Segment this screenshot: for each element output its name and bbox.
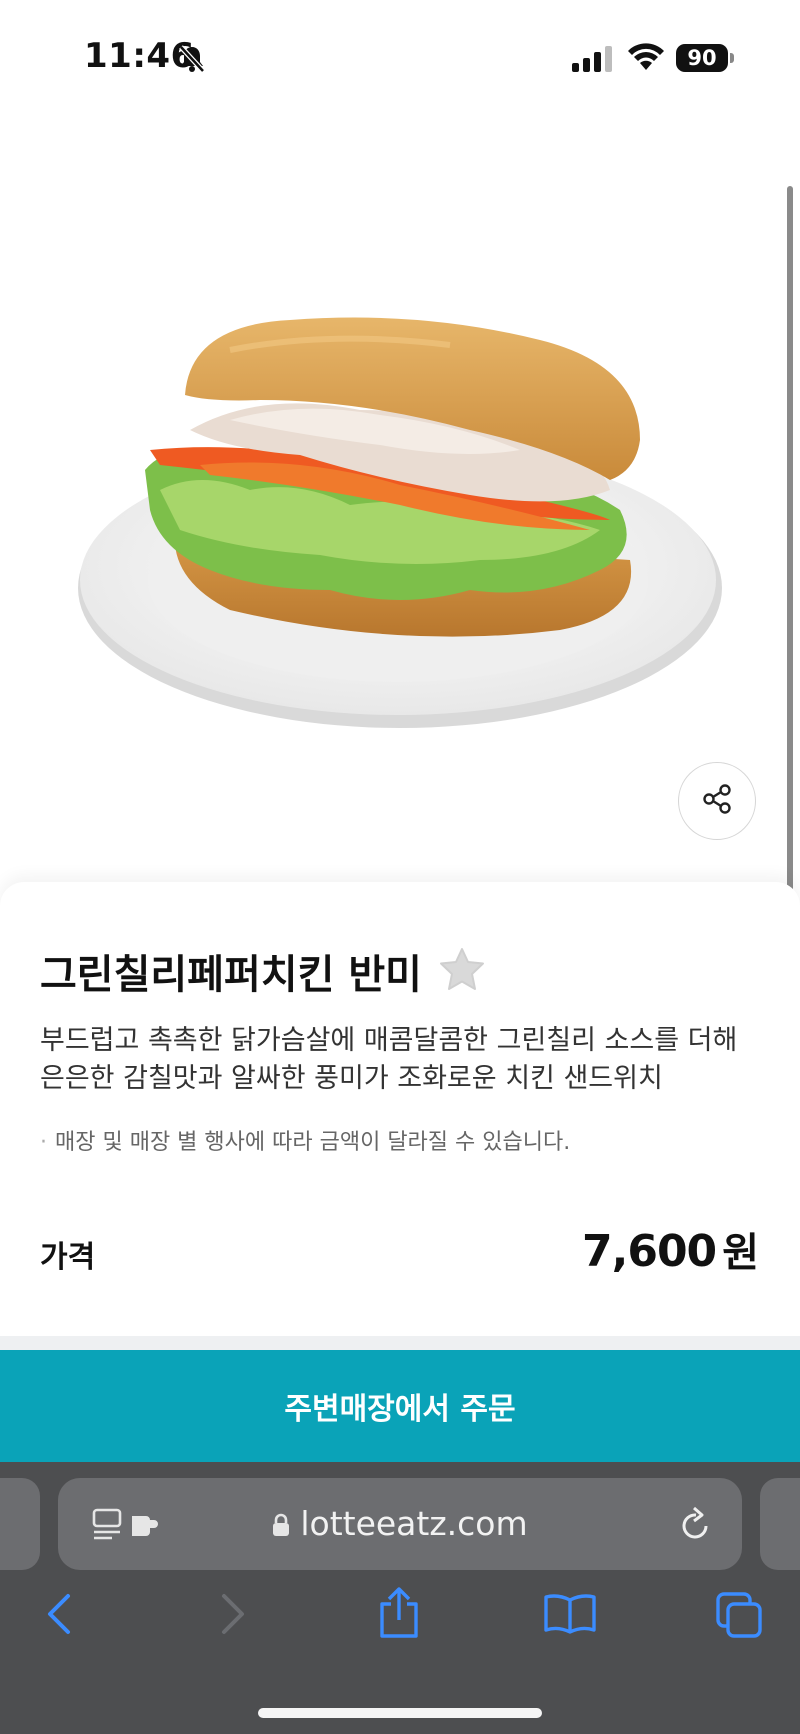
price: 7,600 원: [582, 1220, 759, 1278]
title-row: 그린칠리페퍼치킨 반미: [40, 942, 486, 1000]
star-icon[interactable]: [438, 946, 486, 996]
price-unit: 원: [722, 1230, 759, 1276]
battery-nub: [730, 53, 734, 63]
address-bar[interactable]: lotteeatz.com: [58, 1478, 742, 1570]
forward-icon[interactable]: [218, 1592, 248, 1640]
status-bar: 11:46 90: [0, 0, 800, 110]
battery-icon: 90: [676, 44, 728, 72]
tabs-icon[interactable]: [714, 1590, 764, 1644]
bullet-dot: ·: [40, 1130, 47, 1155]
product-name: 그린칠리페퍼치킨 반미: [40, 952, 422, 998]
url-display: lotteeatz.com: [58, 1504, 742, 1545]
share-sheet-icon[interactable]: [376, 1586, 422, 1644]
lock-icon: [272, 1506, 290, 1545]
wifi-icon: [628, 42, 664, 76]
price-label: 가격: [40, 1240, 96, 1275]
price-value: 7,600: [582, 1226, 717, 1277]
product-image: [0, 110, 800, 870]
price-note: · 매장 및 매장 별 행사에 따라 금액이 달라질 수 있습니다.: [40, 1124, 570, 1156]
reload-icon[interactable]: [678, 1504, 714, 1548]
bell-slash-icon: [178, 44, 206, 78]
signal-icon: [572, 46, 614, 76]
order-nearby-button[interactable]: 주변매장에서 주문: [0, 1350, 800, 1462]
share-icon: [701, 783, 733, 819]
product-description: 부드럽고 촉촉한 닭가슴살에 매콤달콤한 그린칠리 소스를 더해 은은한 감칠맛…: [40, 1025, 738, 1094]
previous-tab-preview[interactable]: [0, 1478, 40, 1570]
browser-chrome: lotteeatz.com: [0, 1462, 800, 1734]
url-text: lotteeatz.com: [300, 1504, 528, 1543]
next-tab-preview[interactable]: [760, 1478, 800, 1570]
bookmarks-icon[interactable]: [542, 1592, 598, 1640]
share-button[interactable]: [678, 762, 756, 840]
back-icon[interactable]: [44, 1592, 74, 1640]
scrollbar[interactable]: [787, 186, 793, 1006]
home-indicator: [258, 1708, 542, 1718]
price-note-text: 매장 및 매장 별 행사에 따라 금액이 달라질 수 있습니다.: [55, 1130, 571, 1155]
product-info-sheet: 그린칠리페퍼치킨 반미 부드럽고 촉촉한 닭가슴살에 매콤달콤한 그린칠리 소스…: [0, 882, 800, 1342]
section-divider: [0, 1336, 800, 1350]
